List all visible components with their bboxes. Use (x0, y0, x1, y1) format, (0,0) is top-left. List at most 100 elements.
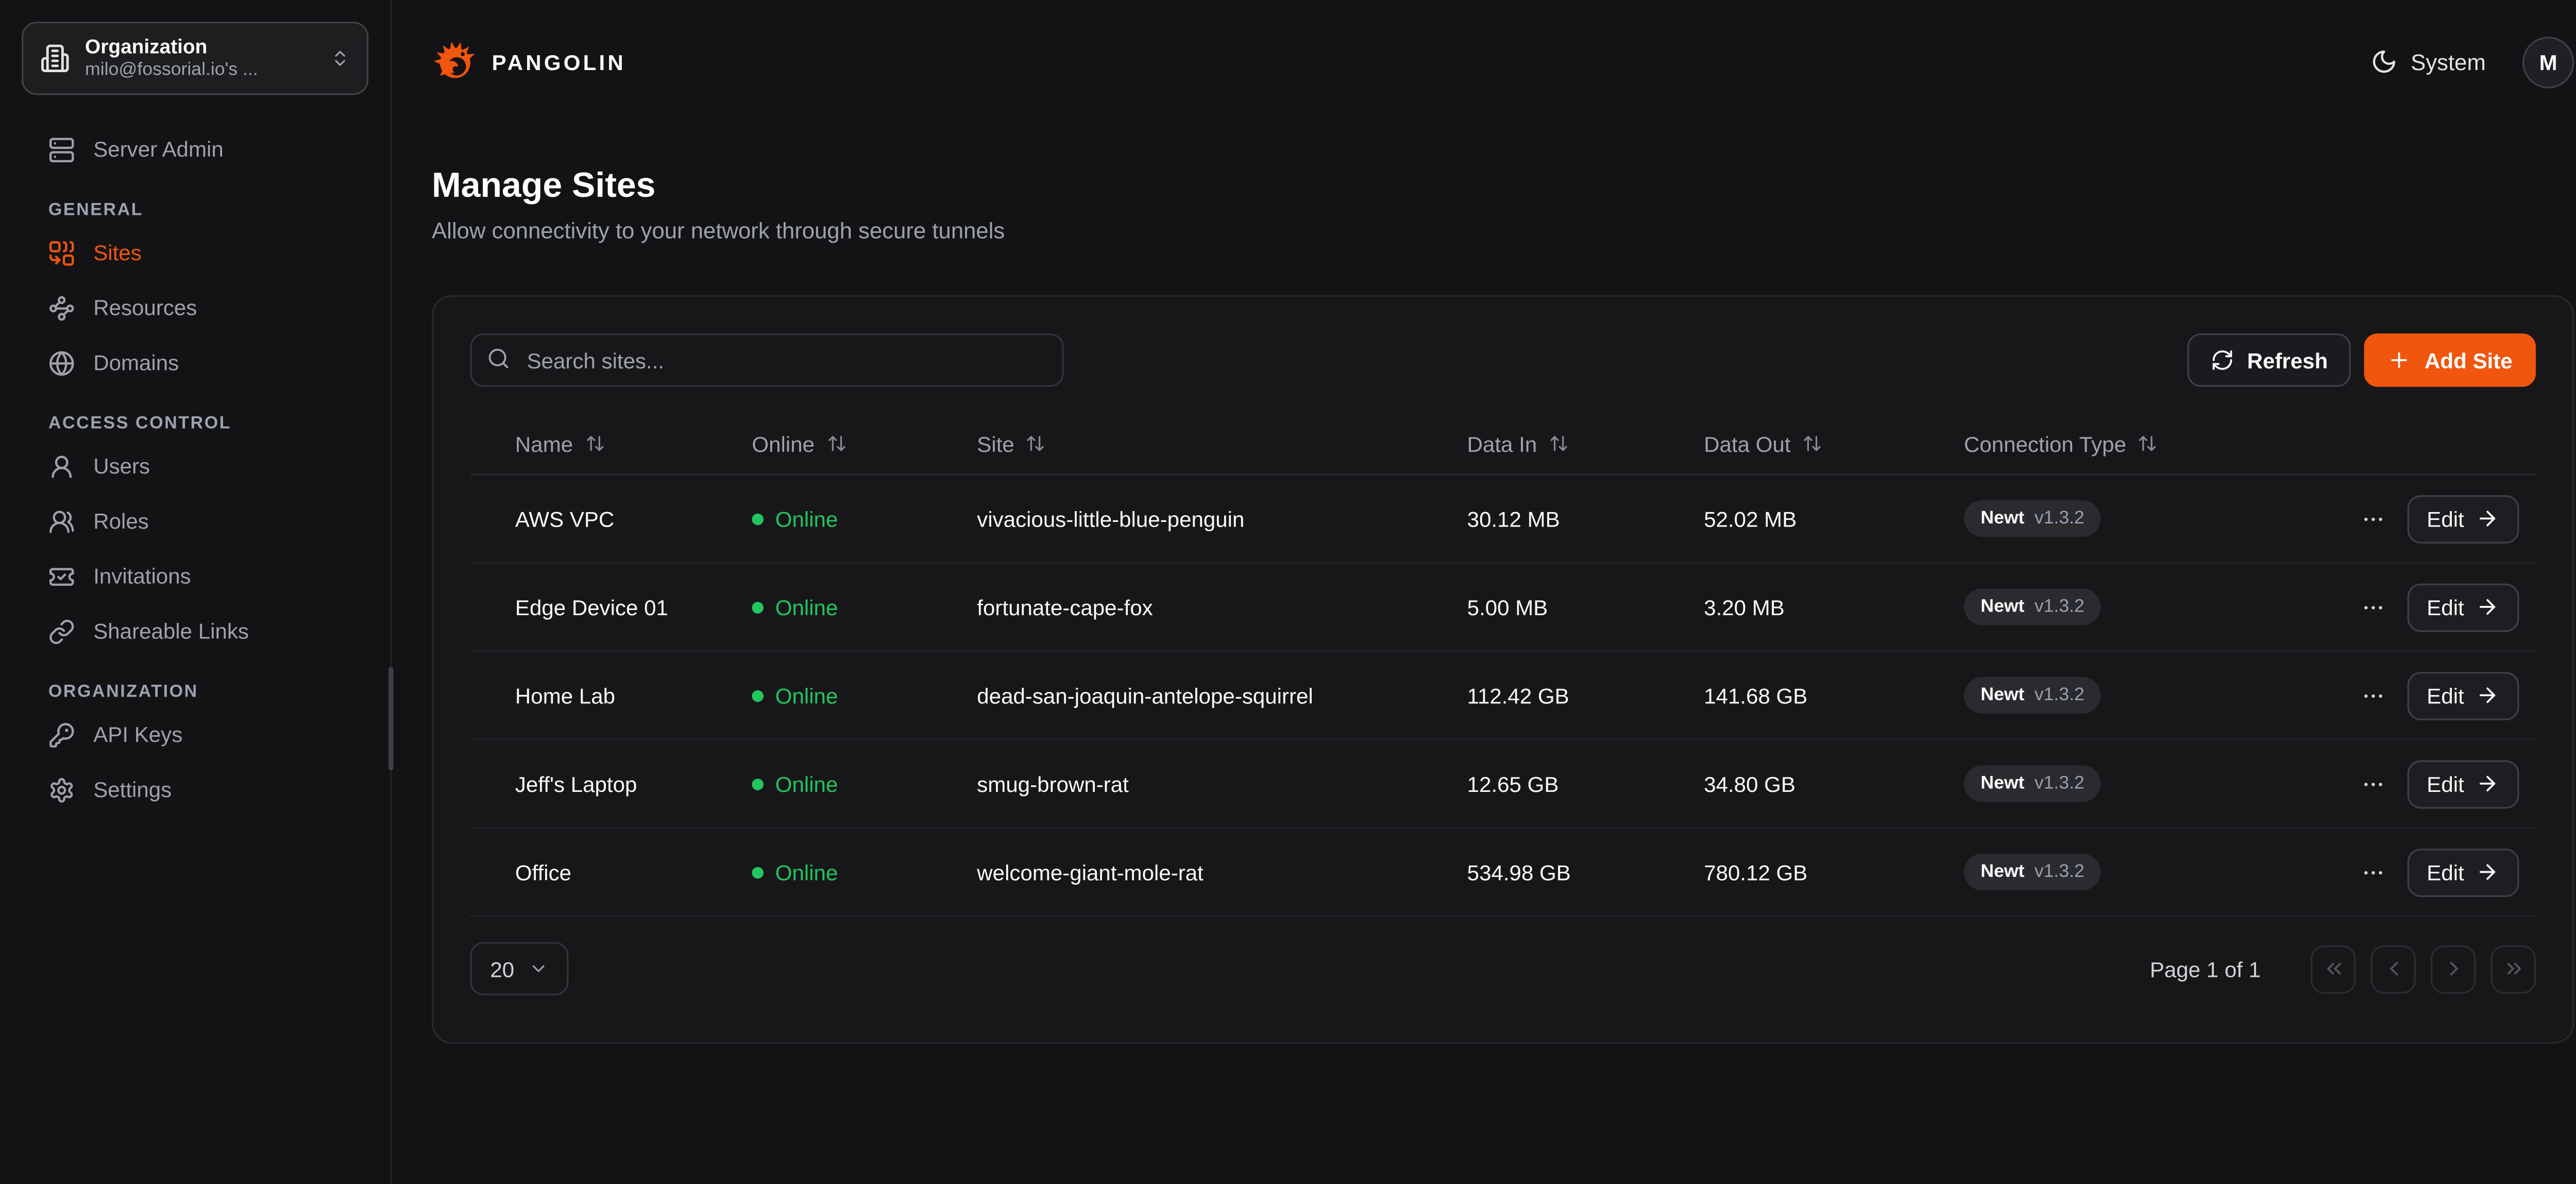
chevrons-up-down-icon (330, 48, 350, 69)
combine-icon (48, 239, 75, 266)
connection-badge: Newtv1.3.2 (1964, 677, 2101, 714)
sidebar-item-label: Server Admin (93, 137, 224, 162)
row-menu-button[interactable] (2360, 771, 2385, 797)
sidebar-item-label: Invitations (93, 564, 191, 589)
column-label: Data Out (1704, 431, 1790, 456)
column-header-online[interactable]: Online (752, 431, 977, 456)
first-page-button[interactable] (2311, 944, 2355, 993)
sidebar: Organization milo@fossorial.io's ... Ser… (0, 0, 392, 1184)
arrow-right-icon (2476, 684, 2499, 707)
org-selector[interactable]: Organization milo@fossorial.io's ... (22, 22, 368, 95)
theme-toggle-button[interactable]: System (2371, 48, 2486, 75)
page-subtitle: Allow connectivity to your network throu… (432, 218, 2574, 244)
brand-wordmark: PANGOLIN (492, 49, 626, 74)
sidebar-section-organization: ORGANIZATION (27, 682, 364, 702)
brand-logo[interactable]: PANGOLIN (432, 38, 626, 85)
refresh-button[interactable]: Refresh (2187, 333, 2351, 387)
ticket-icon (48, 563, 75, 589)
sidebar-item-label: Resources (93, 295, 197, 320)
page-size-select[interactable]: 20 (470, 942, 569, 995)
page-size-value: 20 (490, 956, 514, 982)
status-badge: Online (752, 771, 977, 797)
sidebar-section-access-control: ACCESS CONTROL (27, 414, 364, 434)
arrow-right-icon (2476, 860, 2499, 884)
add-site-button[interactable]: Add Site (2365, 333, 2536, 387)
sidebar-item-resources[interactable]: Resources (27, 280, 364, 335)
cell-data-in: 12.65 GB (1467, 771, 1704, 797)
plus-icon (2388, 348, 2411, 371)
cell-data-in: 112.42 GB (1467, 683, 1704, 708)
sites-card: Refresh Add Site Name Online (432, 295, 2574, 1044)
waypoints-icon (48, 294, 75, 321)
sidebar-item-roles[interactable]: Roles (27, 494, 364, 549)
edit-button[interactable]: Edit (2406, 671, 2519, 719)
online-dot-icon (752, 513, 764, 525)
sidebar-item-domains[interactable]: Domains (27, 335, 364, 390)
sidebar-item-invitations[interactable]: Invitations (27, 549, 364, 604)
last-page-button[interactable] (2491, 944, 2536, 993)
sidebar-item-users[interactable]: Users (27, 438, 364, 494)
cell-data-out: 141.68 GB (1704, 683, 1964, 708)
row-menu-button[interactable] (2360, 595, 2385, 620)
cell-site: fortunate-cape-fox (977, 595, 1467, 620)
edit-button[interactable]: Edit (2406, 759, 2519, 808)
ellipsis-icon (2360, 595, 2385, 620)
column-header-name[interactable]: Name (515, 431, 752, 456)
cell-connection-type: Newtv1.3.2 (1964, 765, 2326, 802)
prev-page-button[interactable] (2371, 944, 2416, 993)
online-dot-icon (752, 689, 764, 701)
theme-toggle-label: System (2411, 49, 2486, 74)
column-header-connection-type[interactable]: Connection Type (1964, 431, 2326, 456)
users-icon (48, 508, 75, 534)
connection-badge: Newtv1.3.2 (1964, 588, 2101, 625)
search-input[interactable] (470, 333, 1064, 387)
sidebar-item-server-admin[interactable]: Server Admin (27, 122, 364, 177)
sidebar-item-label: Sites (93, 240, 142, 265)
sidebar-item-sites[interactable]: Sites (27, 225, 364, 280)
column-header-data-out[interactable]: Data Out (1704, 431, 1964, 456)
sidebar-scrollbar[interactable] (388, 667, 394, 770)
column-label: Online (752, 431, 815, 456)
cell-data-in: 534.98 GB (1467, 859, 1704, 885)
sidebar-item-label: Roles (93, 509, 149, 534)
sidebar-item-api-keys[interactable]: API Keys (27, 707, 364, 762)
connection-badge: Newtv1.3.2 (1964, 765, 2101, 802)
cell-data-out: 34.80 GB (1704, 771, 1964, 797)
status-badge: Online (752, 683, 977, 708)
status-badge: Online (752, 506, 977, 531)
sort-icon (1802, 433, 1822, 453)
edit-button[interactable]: Edit (2406, 583, 2519, 631)
org-selector-label: Organization (85, 35, 315, 60)
sidebar-item-settings[interactable]: Settings (27, 762, 364, 817)
table-header-row: Name Online Site Data In (470, 414, 2536, 476)
row-menu-button[interactable] (2360, 859, 2385, 885)
column-label: Data In (1467, 431, 1537, 456)
header-right: System M (2371, 36, 2574, 88)
globe-icon (48, 349, 75, 376)
page-info: Page 1 of 1 (2150, 956, 2261, 982)
chevrons-right-icon (2502, 957, 2525, 980)
search-field-wrap (470, 333, 1064, 387)
cell-data-in: 30.12 MB (1467, 506, 1704, 531)
sidebar-item-label: Users (93, 453, 150, 479)
cell-connection-type: Newtv1.3.2 (1964, 854, 2326, 890)
sidebar-item-shareable-links[interactable]: Shareable Links (27, 603, 364, 658)
sidebar-item-label: Shareable Links (93, 619, 249, 644)
row-menu-button[interactable] (2360, 683, 2385, 708)
refresh-label: Refresh (2247, 348, 2328, 373)
cell-data-out: 3.20 MB (1704, 595, 1964, 620)
next-page-button[interactable] (2431, 944, 2476, 993)
row-menu-button[interactable] (2360, 506, 2385, 531)
column-header-data-in[interactable]: Data In (1467, 431, 1704, 456)
status-badge: Online (752, 595, 977, 620)
cell-actions: Edit (2326, 494, 2519, 543)
avatar[interactable]: M (2522, 36, 2574, 88)
sidebar-item-label: Domains (93, 350, 179, 376)
edit-button[interactable]: Edit (2406, 494, 2519, 543)
table-row: Home Lab Online dead-san-joaquin-antelop… (470, 652, 2536, 740)
edit-button[interactable]: Edit (2406, 848, 2519, 897)
cell-actions: Edit (2326, 671, 2519, 719)
column-header-site[interactable]: Site (977, 431, 1467, 456)
sidebar-item-label: Settings (93, 777, 172, 802)
chevron-left-icon (2382, 957, 2405, 980)
